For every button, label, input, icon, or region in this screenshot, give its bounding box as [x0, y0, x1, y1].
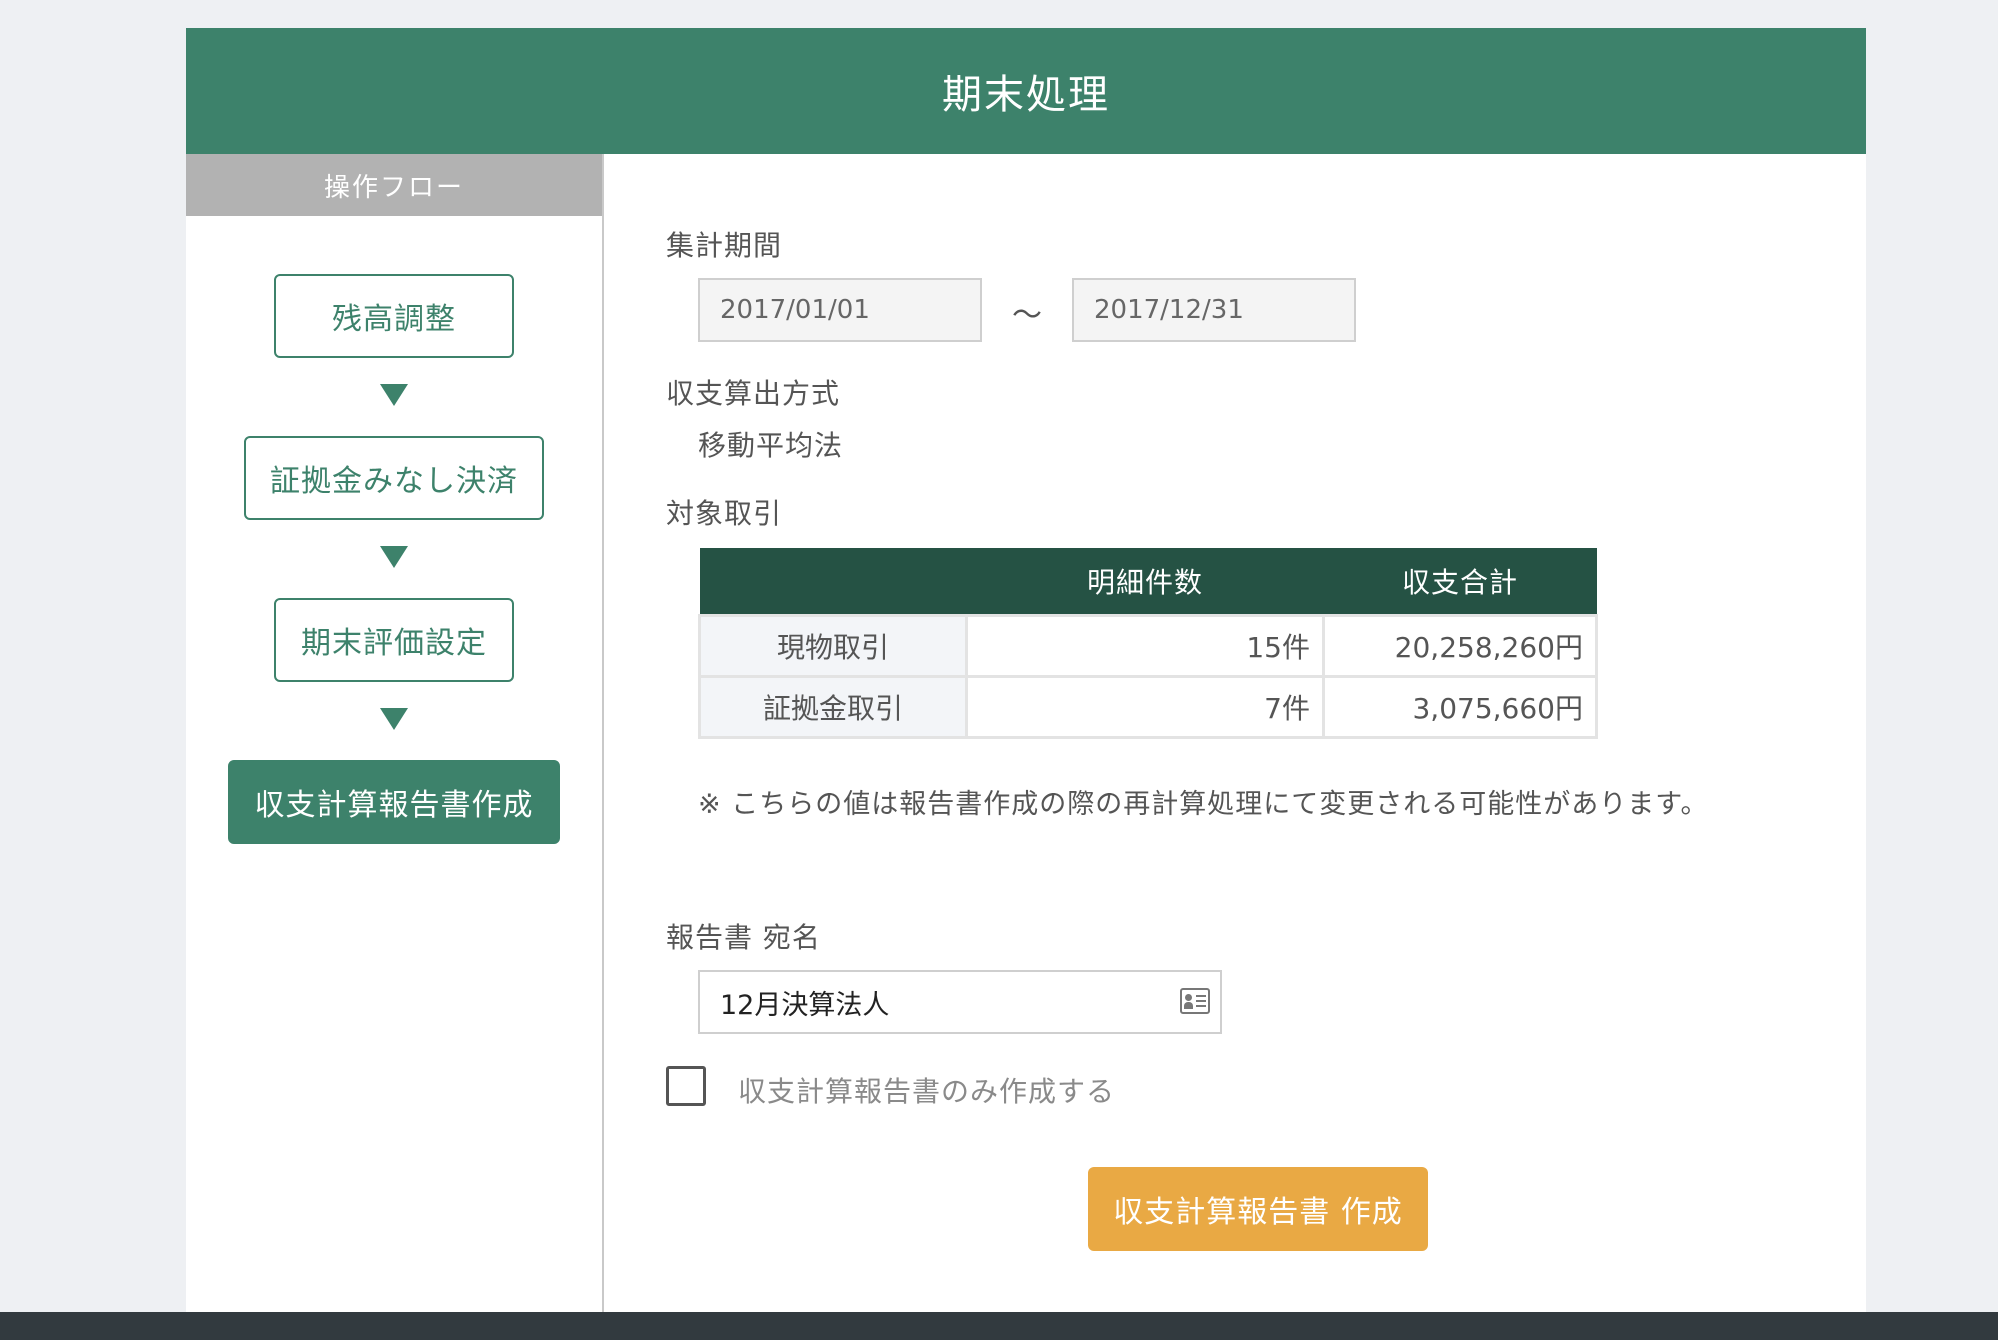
step-period-end-valuation[interactable]: 期末評価設定: [274, 598, 514, 682]
flow-arrow-down-icon: [380, 384, 408, 406]
column-header-count: 明細件数: [966, 548, 1324, 616]
page-header: 期末処理: [186, 28, 1866, 154]
row-count: 7件: [965, 675, 1325, 739]
recipient-label: 報告書 宛名: [666, 921, 821, 954]
recipient-name-input[interactable]: 12月決算法人: [698, 970, 1222, 1034]
row-count: 15件: [965, 614, 1325, 678]
only-report-checkbox-label[interactable]: 収支計算報告書のみ作成する: [738, 1070, 1115, 1110]
table-header-row: 明細件数 収支合計: [699, 548, 1597, 616]
step-margin-deemed-settlement[interactable]: 証拠金みなし決済: [244, 436, 544, 520]
row-total: 20,258,260円: [1322, 614, 1598, 678]
transactions-table: 明細件数 収支合計 現物取引 15件 20,258,260円 証拠金取引 7件 …: [698, 548, 1598, 739]
flow-arrow-down-icon: [380, 708, 408, 730]
main-panel: 期末処理 操作フロー 残高調整 証拠金みなし決済 期末評価設定 収支計算報告書作…: [186, 28, 1866, 1312]
period-label: 集計期間: [666, 229, 783, 262]
row-total: 3,075,660円: [1322, 675, 1598, 739]
method-label: 収支算出方式: [666, 377, 841, 410]
column-header-total: 収支合計: [1323, 548, 1597, 616]
recipient-name-value: 12月決算法人: [720, 989, 890, 1021]
sidebar-title: 操作フロー: [186, 154, 602, 216]
operation-flow-sidebar: 操作フロー 残高調整 証拠金みなし決済 期末評価設定 収支計算報告書作成: [186, 154, 604, 1312]
period-separator: 〜: [1012, 298, 1042, 333]
method-value: 移動平均法: [698, 429, 844, 462]
period-end-value: 2017/12/31: [1094, 295, 1244, 325]
row-category: 現物取引: [698, 614, 968, 678]
period-end-field[interactable]: 2017/12/31: [1072, 278, 1356, 342]
footer-bar: [0, 1312, 1998, 1340]
table-row: 現物取引 15件 20,258,260円: [698, 614, 1598, 678]
report-form: 集計期間 2017/01/01 〜 2017/12/31 収支算出方式 移動平均…: [604, 154, 1866, 1312]
step-balance-adjustment[interactable]: 残高調整: [274, 274, 514, 358]
period-start-value: 2017/01/01: [720, 295, 870, 325]
transactions-label: 対象取引: [666, 497, 783, 530]
step-income-report-creation[interactable]: 収支計算報告書作成: [228, 760, 560, 844]
row-category: 証拠金取引: [698, 675, 968, 739]
create-report-button[interactable]: 収支計算報告書 作成: [1088, 1167, 1428, 1251]
flow-arrow-down-icon: [380, 546, 408, 568]
table-row: 証拠金取引 7件 3,075,660円: [698, 675, 1598, 739]
column-header-category: [699, 548, 967, 616]
only-report-checkbox[interactable]: [666, 1066, 706, 1106]
contact-card-icon[interactable]: [1180, 988, 1210, 1014]
page-title: 期末処理: [942, 72, 1110, 118]
recalculation-note: ※ こちらの値は報告書作成の際の再計算処理にて変更される可能性があります。: [698, 789, 1709, 820]
period-start-field[interactable]: 2017/01/01: [698, 278, 982, 342]
